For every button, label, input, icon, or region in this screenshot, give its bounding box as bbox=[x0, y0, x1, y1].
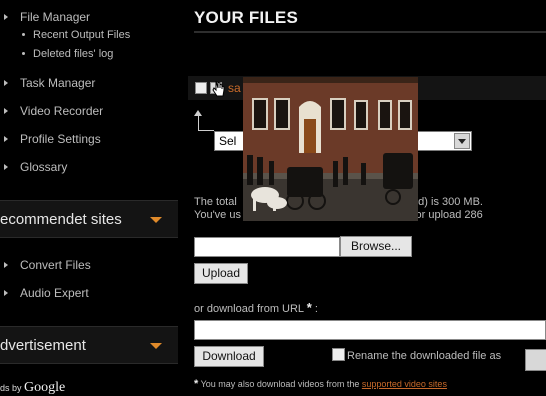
page-title: YOUR FILES bbox=[194, 8, 299, 27]
info-text: The total bbox=[194, 196, 237, 208]
sidebar-item-glossary[interactable]: Glossary bbox=[4, 160, 67, 174]
sidebar-item-label: Recent Output Files bbox=[33, 29, 131, 41]
sidebar-item-label: Profile Settings bbox=[20, 132, 101, 146]
recommended-sites-header[interactable]: ecommendet sites bbox=[0, 200, 178, 238]
sidebar-item-label: Convert Files bbox=[20, 258, 91, 272]
info-text: You've us bbox=[194, 209, 241, 221]
supported-video-sites-link[interactable]: supported video sites bbox=[362, 379, 447, 389]
video-thumbnail[interactable] bbox=[243, 77, 418, 221]
section-title: ecommendet sites bbox=[0, 211, 122, 228]
chevron-down-icon[interactable] bbox=[454, 133, 470, 149]
sidebar-item-label: Video Recorder bbox=[20, 104, 104, 118]
download-url-input[interactable] bbox=[194, 320, 546, 340]
tree-connector bbox=[198, 116, 199, 130]
chevron-down-icon bbox=[150, 217, 162, 223]
arrow-right-icon bbox=[4, 290, 8, 296]
file-name-link[interactable]: sa bbox=[228, 81, 241, 95]
bullet-icon bbox=[22, 33, 25, 36]
note-text: You may also download videos from the bbox=[198, 379, 362, 389]
download-button[interactable]: Download bbox=[194, 346, 264, 367]
sidebar-item-audio-expert[interactable]: Audio Expert bbox=[4, 286, 89, 300]
sidebar-item-recent-output-files[interactable]: Recent Output Files bbox=[22, 29, 130, 41]
bullet-icon bbox=[22, 52, 25, 55]
select-value: Sel bbox=[219, 134, 237, 148]
sidebar-item-video-recorder[interactable]: Video Recorder bbox=[4, 104, 103, 118]
ads-by-google[interactable]: ds by Google bbox=[0, 380, 65, 396]
sidebar-item-convert-files[interactable]: Convert Files bbox=[4, 258, 91, 272]
sidebar-item-profile-settings[interactable]: Profile Settings bbox=[4, 132, 101, 146]
sidebar-item-label: Deleted files' log bbox=[33, 48, 114, 60]
sidebar-item-deleted-files-log[interactable]: Deleted files' log bbox=[22, 48, 113, 60]
arrow-right-icon bbox=[4, 14, 8, 20]
file-path-input[interactable] bbox=[194, 237, 340, 257]
arrow-right-icon bbox=[4, 136, 8, 142]
sidebar-item-label: Task Manager bbox=[20, 76, 96, 90]
browse-button[interactable]: Browse... bbox=[340, 236, 412, 257]
rename-label: Rename the downloaded file as bbox=[347, 350, 502, 362]
sidebar-item-label: Audio Expert bbox=[20, 286, 89, 300]
advertisement-header[interactable]: dvertisement bbox=[0, 326, 178, 364]
arrow-right-icon bbox=[4, 108, 8, 114]
tree-connector bbox=[198, 130, 214, 131]
sidebar-item-label: File Manager bbox=[20, 10, 91, 24]
hand-cursor-icon bbox=[212, 80, 225, 97]
arrow-right-icon bbox=[4, 164, 8, 170]
chevron-down-icon bbox=[150, 343, 162, 349]
sidebar: File Manager Recent Output Files Deleted… bbox=[0, 0, 180, 396]
title-divider bbox=[194, 31, 546, 33]
url-label-colon: : bbox=[311, 303, 318, 315]
arrow-right-icon bbox=[4, 80, 8, 86]
ads-prefix: ds by bbox=[0, 383, 22, 393]
sidebar-item-file-manager[interactable]: File Manager bbox=[4, 10, 90, 24]
upload-button[interactable]: Upload bbox=[194, 263, 248, 284]
rename-checkbox[interactable] bbox=[332, 348, 345, 361]
google-logo: Google bbox=[24, 380, 66, 395]
file-row-checkbox[interactable] bbox=[195, 82, 207, 94]
video-frame-image bbox=[243, 77, 418, 221]
arrow-right-icon bbox=[4, 262, 8, 268]
url-label: or download from URL * : bbox=[194, 300, 318, 315]
sidebar-item-task-manager[interactable]: Task Manager bbox=[4, 76, 95, 90]
sidebar-item-label: Glossary bbox=[20, 160, 68, 174]
section-title: dvertisement bbox=[0, 337, 86, 354]
supported-sites-note: * You may also download videos from the … bbox=[194, 378, 447, 390]
rename-input[interactable] bbox=[525, 349, 546, 371]
url-label-text: or download from URL bbox=[194, 303, 304, 315]
